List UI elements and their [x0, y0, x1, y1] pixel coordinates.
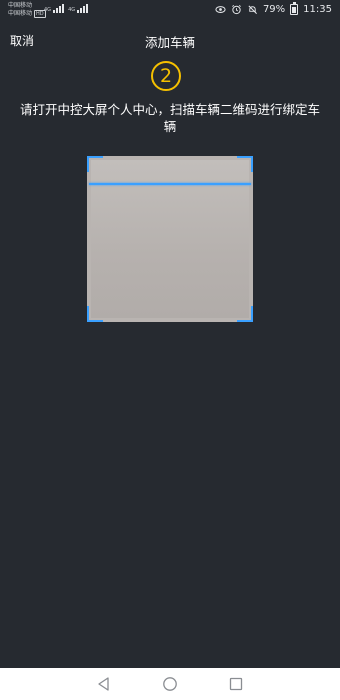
- carrier-1-label: 中国移动: [8, 2, 33, 9]
- scanner-corner-top-left: [87, 156, 103, 172]
- scan-line: [89, 183, 251, 185]
- carrier-info: 中国移动 中国移动 HD: [8, 2, 46, 18]
- carrier-2-label: 中国移动: [8, 10, 33, 17]
- signal-2-icon: 4G: [68, 4, 89, 13]
- top-header: 取消 添加车辆: [0, 24, 340, 56]
- qr-scanner-viewfinder: [87, 156, 253, 322]
- scanner-corner-top-right: [237, 156, 253, 172]
- scanner-corner-bottom-right: [237, 306, 253, 322]
- scanner-corner-bottom-left: [87, 306, 103, 322]
- network-1-label: 4G: [44, 7, 52, 13]
- mute-icon: [248, 5, 257, 14]
- signal-indicators: 4G 4G: [44, 4, 89, 13]
- alarm-icon: [232, 5, 241, 15]
- eye-icon: [215, 6, 226, 13]
- clock-time: 11:35: [303, 4, 332, 15]
- step-number-badge: 2: [151, 61, 181, 91]
- status-bar: 中国移动 中国移动 HD 4G 4G 79% 11:35: [0, 0, 340, 22]
- page-title: 添加车辆: [144, 35, 195, 50]
- back-icon[interactable]: [95, 675, 113, 693]
- signal-1-icon: 4G: [44, 4, 65, 13]
- screen: 中国移动 中国移动 HD 4G 4G 79% 11:35 取消 添加车辆 2 请…: [0, 0, 340, 700]
- system-nav-bar: [0, 668, 340, 700]
- battery-percent: 79%: [262, 4, 286, 15]
- recent-apps-icon[interactable]: [227, 675, 245, 693]
- battery-icon: [290, 2, 299, 15]
- status-right: 79% 11:35: [215, 2, 332, 15]
- instruction-text: 请打开中控大屏个人中心，扫描车辆二维码进行绑定车辆: [19, 102, 320, 134]
- home-icon[interactable]: [161, 675, 179, 693]
- network-2-label: 4G: [68, 7, 76, 13]
